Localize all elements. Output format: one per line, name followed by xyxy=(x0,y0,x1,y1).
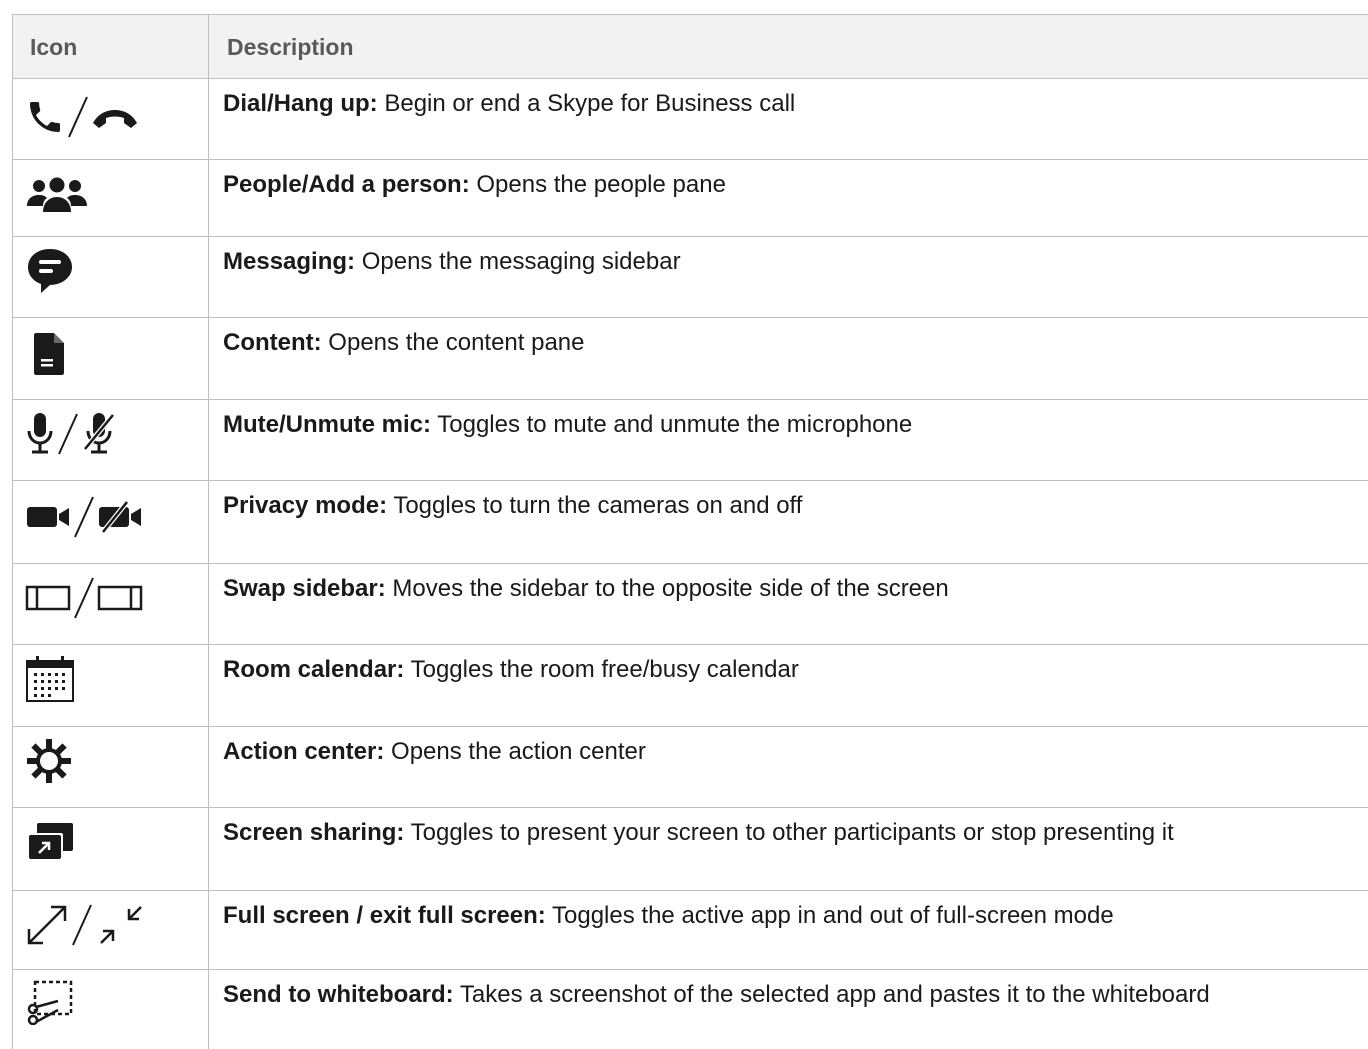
expand-icon xyxy=(27,905,67,945)
row-label: Send to whiteboard: xyxy=(223,981,454,1008)
people-icon xyxy=(27,177,87,212)
row-label: Dial/Hang up: xyxy=(223,90,378,117)
microphone-off-icon xyxy=(83,413,115,454)
table-row: Room calendar: Toggles the room free/bus… xyxy=(13,644,1368,726)
header-description-column: Description xyxy=(227,34,354,60)
table-row: Mute/Unmute mic: Toggles to mute and unm… xyxy=(13,399,1368,480)
row-label: Room calendar: xyxy=(223,656,405,683)
row-description: Opens the content pane xyxy=(321,329,585,356)
table-row: Send to whiteboard: Takes a screenshot o… xyxy=(13,969,1368,1049)
calendar-icon xyxy=(26,656,74,702)
row-label: Privacy mode: xyxy=(223,492,388,519)
row-description: Toggles to mute and unmute the microphon… xyxy=(431,411,913,438)
phone-icon xyxy=(30,102,60,132)
row-description: Opens the people pane xyxy=(469,171,726,198)
document-icon xyxy=(34,333,64,375)
icon-description-table: Icon Description Dial/Hang up: Begin or … xyxy=(12,14,1368,1049)
camera-icon xyxy=(27,507,69,527)
chat-bubble-icon xyxy=(28,249,72,293)
separator-slash xyxy=(58,413,78,455)
row-label: People/Add a person: xyxy=(223,171,470,198)
row-description: Toggles the room free/busy calendar xyxy=(404,656,799,683)
snip-to-whiteboard-icon xyxy=(27,980,73,1025)
table-row: Screen sharing: Toggles to present your … xyxy=(13,807,1368,890)
table-row: Messaging: Opens the messaging sidebar xyxy=(13,236,1368,317)
hang-up-icon xyxy=(93,110,137,128)
microphone-icon xyxy=(27,413,53,454)
row-description: Begin or end a Skype for Business call xyxy=(377,90,796,117)
table-row: Full screen / exit full screen: Toggles … xyxy=(13,890,1368,969)
row-label: Mute/Unmute mic: xyxy=(223,411,432,438)
table-header-row: Icon Description xyxy=(13,14,1368,78)
row-label: Swap sidebar: xyxy=(223,575,386,602)
table-row: Action center: Opens the action center xyxy=(13,726,1368,807)
row-description: Toggles to present your screen to other … xyxy=(404,819,1174,846)
separator-slash xyxy=(74,496,94,538)
gear-icon xyxy=(27,739,71,783)
row-description: Toggles the active app in and out of ful… xyxy=(545,902,1114,929)
separator-slash xyxy=(68,96,88,138)
row-label: Messaging: xyxy=(223,248,356,275)
collapse-icon xyxy=(100,906,142,944)
header-icon-column: Icon xyxy=(13,15,209,78)
row-label: Screen sharing: xyxy=(223,819,405,846)
table-row: Privacy mode: Toggles to turn the camera… xyxy=(13,480,1368,563)
camera-off-icon xyxy=(99,500,141,534)
sidebar-right-icon xyxy=(97,585,143,611)
table-row: People/Add a person: Opens the people pa… xyxy=(13,159,1368,236)
row-label: Action center: xyxy=(223,738,385,765)
sidebar-left-icon xyxy=(25,585,71,611)
table-row: Swap sidebar: Moves the sidebar to the o… xyxy=(13,563,1368,644)
row-description: Opens the messaging sidebar xyxy=(355,248,681,275)
row-label: Full screen / exit full screen: xyxy=(223,902,546,929)
row-label: Content: xyxy=(223,329,322,356)
row-description: Opens the action center xyxy=(384,738,646,765)
row-description: Takes a screenshot of the selected app a… xyxy=(453,981,1210,1008)
row-description: Moves the sidebar to the opposite side o… xyxy=(385,575,949,602)
table-row: Content: Opens the content pane xyxy=(13,317,1368,399)
separator-slash xyxy=(74,577,94,619)
table-row: Dial/Hang up: Begin or end a Skype for B… xyxy=(13,78,1368,159)
row-description: Toggles to turn the cameras on and off xyxy=(387,492,803,519)
separator-slash xyxy=(72,904,92,946)
screen-share-icon xyxy=(27,823,73,861)
